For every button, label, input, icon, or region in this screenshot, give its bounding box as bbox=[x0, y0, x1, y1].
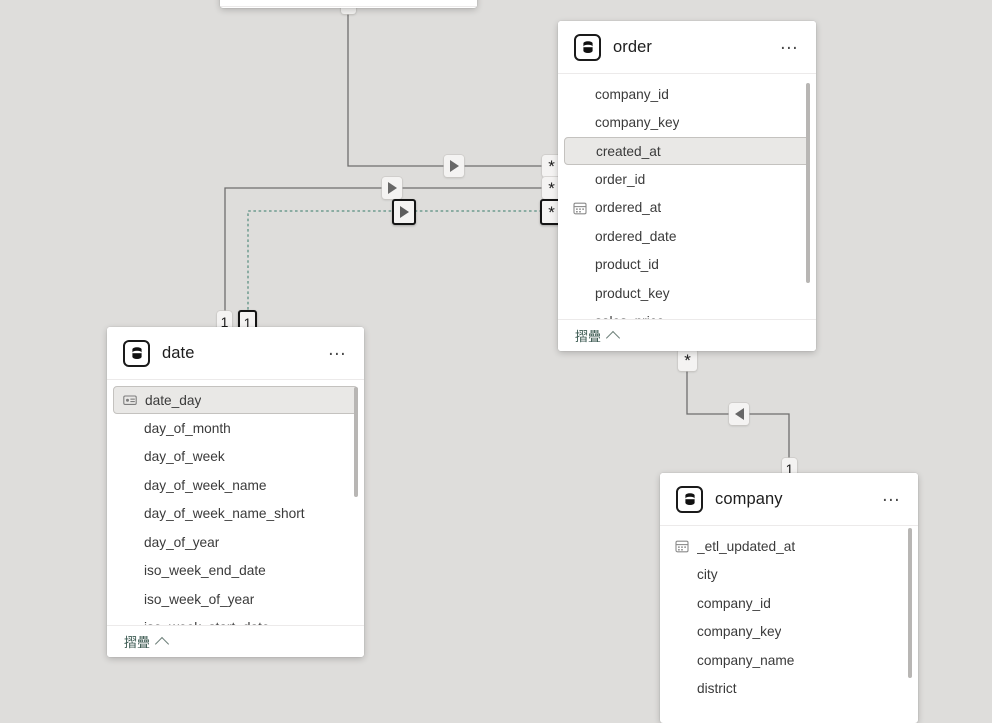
field-row[interactable]: company_key bbox=[558, 109, 816, 138]
field-name: iso_week_start_date bbox=[144, 620, 270, 625]
table-card-date[interactable]: date … date_day day_of_month day_of_week da… bbox=[107, 327, 364, 657]
field-row[interactable]: iso_week_start_date bbox=[107, 614, 364, 625]
table-header-order[interactable]: order … bbox=[558, 21, 816, 74]
field-name: _etl_updated_at bbox=[697, 538, 796, 554]
field-row[interactable]: day_of_year bbox=[107, 528, 364, 557]
field-name: day_of_week_name_short bbox=[144, 506, 305, 522]
field-row[interactable]: company_name bbox=[660, 646, 918, 675]
field-name: company_name bbox=[697, 652, 795, 668]
chevron-up-icon bbox=[154, 636, 170, 651]
calendar-icon bbox=[674, 538, 690, 554]
triangle-right-icon bbox=[399, 206, 409, 218]
table-header-date[interactable]: date … bbox=[107, 327, 364, 380]
field-row[interactable]: ordered_date bbox=[558, 222, 816, 251]
field-name: day_of_week_name bbox=[144, 477, 267, 493]
vertical-scrollbar-date[interactable] bbox=[354, 387, 358, 497]
field-list-order[interactable]: company_id company_key created_at order_ido… bbox=[558, 74, 816, 319]
field-name: product_id bbox=[595, 257, 659, 273]
field-name: sales_price bbox=[595, 314, 664, 319]
relationship-arrow-marker[interactable] bbox=[729, 403, 749, 425]
field-row[interactable]: day_of_week_name_short bbox=[107, 500, 364, 529]
table-title-order: order bbox=[613, 37, 653, 56]
field-name: day_of_month bbox=[144, 420, 231, 436]
triangle-left-icon bbox=[734, 408, 744, 420]
field-name: district bbox=[697, 681, 737, 697]
database-icon bbox=[574, 33, 601, 61]
field-row[interactable]: iso_week_end_date bbox=[107, 557, 364, 586]
field-list-company[interactable]: _etl_updated_atcity company_id company_key… bbox=[660, 526, 918, 723]
field-name: company_id bbox=[595, 86, 669, 102]
field-row[interactable]: product_id bbox=[558, 251, 816, 280]
triangle-right-icon bbox=[449, 160, 459, 172]
field-row[interactable]: day_of_week_name bbox=[107, 471, 364, 500]
key-card-icon bbox=[122, 392, 138, 408]
field-name: iso_week_of_year bbox=[144, 591, 255, 607]
field-row[interactable]: company_key bbox=[660, 618, 918, 647]
database-icon bbox=[123, 339, 150, 367]
field-name: company_key bbox=[697, 624, 782, 640]
field-row[interactable]: order_id bbox=[558, 165, 816, 194]
field-row[interactable]: iso_week_of_year bbox=[107, 585, 364, 614]
field-row[interactable]: product_key bbox=[558, 279, 816, 308]
table-card-company[interactable]: company … _etl_updated_at city company_id c… bbox=[660, 473, 918, 723]
table-card-header[interactable] bbox=[220, 0, 477, 7]
field-row[interactable]: created_at bbox=[564, 137, 810, 165]
vertical-scrollbar-order[interactable] bbox=[806, 83, 810, 283]
table-menu-button-order[interactable]: … bbox=[777, 33, 802, 61]
table-card-order[interactable]: order … company_id company_key created_at o… bbox=[558, 21, 816, 351]
table-title-date: date bbox=[162, 343, 195, 362]
field-row[interactable]: district bbox=[660, 675, 918, 704]
table-header-company[interactable]: company … bbox=[660, 473, 918, 526]
calendar-icon bbox=[572, 200, 588, 216]
field-row[interactable]: sales_price bbox=[558, 308, 816, 319]
field-row[interactable]: _etl_updated_at bbox=[660, 532, 918, 561]
triangle-right-icon bbox=[387, 182, 397, 194]
field-row[interactable]: ordered_at bbox=[558, 194, 816, 223]
collapse-button-order[interactable]: 摺疊 bbox=[558, 319, 816, 351]
vertical-scrollbar-company[interactable] bbox=[908, 528, 912, 678]
field-name: product_key bbox=[595, 285, 670, 301]
erd-canvas[interactable]: * * * 1 1 * 1 1 order … company_id bbox=[0, 0, 992, 723]
field-name: day_of_week bbox=[144, 449, 225, 465]
field-row[interactable]: company_id bbox=[660, 589, 918, 618]
table-menu-button-company[interactable]: … bbox=[879, 485, 904, 513]
cardinality-badge-many[interactable]: * bbox=[678, 349, 697, 371]
collapse-button-date[interactable]: 摺疊 bbox=[107, 625, 364, 657]
table-menu-button-date[interactable]: … bbox=[325, 339, 350, 367]
relationship-arrow-marker[interactable] bbox=[382, 177, 402, 199]
chevron-up-icon bbox=[605, 330, 621, 345]
field-name: company_key bbox=[595, 115, 680, 131]
field-name: created_at bbox=[596, 143, 661, 159]
field-list-date[interactable]: date_day day_of_month day_of_week day_of_we… bbox=[107, 380, 364, 625]
field-row[interactable]: day_of_month bbox=[107, 414, 364, 443]
field-name: iso_week_end_date bbox=[144, 563, 266, 579]
field-row[interactable]: city bbox=[660, 561, 918, 590]
relationship-arrow-marker-selected[interactable] bbox=[392, 199, 416, 225]
field-name: day_of_year bbox=[144, 534, 220, 550]
collapse-label-order: 摺疊 bbox=[575, 329, 602, 344]
field-name: ordered_at bbox=[595, 200, 662, 216]
field-name: company_id bbox=[697, 595, 771, 611]
field-row[interactable]: company_id bbox=[558, 80, 816, 109]
field-row[interactable]: date_day bbox=[113, 386, 358, 414]
table-title-company: company bbox=[715, 489, 783, 508]
field-name: city bbox=[697, 567, 718, 583]
field-row[interactable]: day_of_week bbox=[107, 443, 364, 472]
database-icon bbox=[676, 485, 703, 513]
relationship-arrow-marker[interactable] bbox=[444, 155, 464, 177]
field-name: order_id bbox=[595, 171, 646, 187]
field-name: ordered_date bbox=[595, 228, 677, 244]
field-name: date_day bbox=[145, 392, 202, 408]
collapse-label-date: 摺疊 bbox=[124, 635, 151, 650]
table-card-partial[interactable] bbox=[220, 0, 477, 8]
